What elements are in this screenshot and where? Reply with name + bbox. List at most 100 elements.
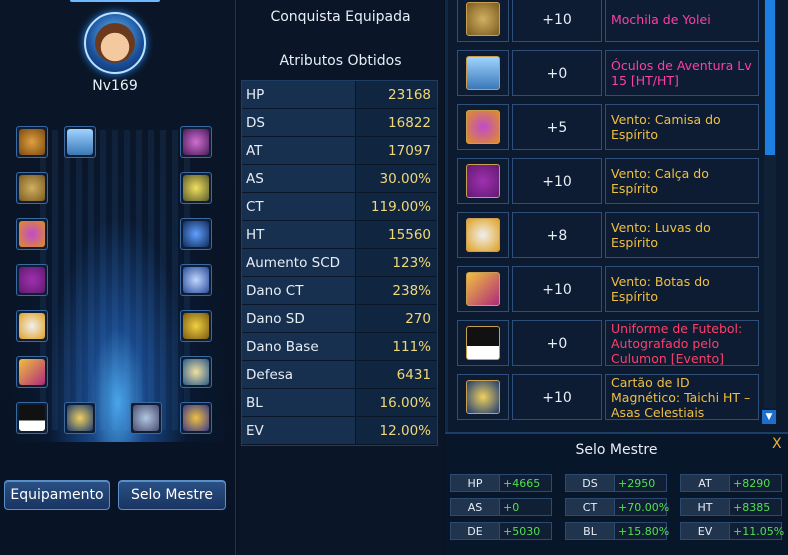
attribute-row: HT 15560 [242, 221, 437, 249]
attribute-row: BL 16.00% [242, 389, 437, 417]
attribute-value: 17097 [355, 137, 437, 164]
attribute-value: 15560 [355, 221, 437, 248]
seal-stat-value: +11.05% [730, 522, 784, 540]
slot-chip[interactable] [180, 356, 212, 388]
slot-boots[interactable] [16, 356, 48, 388]
attribute-row: Dano Base 111% [242, 333, 437, 361]
slot-backpack[interactable] [16, 172, 48, 204]
seal-stat-name: AT [680, 474, 730, 492]
item-name: Vento: Botas do Espírito [605, 266, 759, 312]
gloves-icon [466, 218, 500, 252]
attribute-name: HT [242, 221, 355, 248]
seal-stat-name: CT [565, 498, 615, 516]
slot-gloves[interactable] [16, 310, 48, 342]
seal-stat: HP +4665 [450, 474, 552, 492]
master-seal-panel: Selo Mestre X HP +4665 DS +2950 AT +8290 AS +0 C… [445, 432, 788, 555]
item-icon-slot[interactable] [457, 266, 509, 312]
seal-stat: DS +2950 [565, 474, 667, 492]
attribute-row: CT 119.00% [242, 193, 437, 221]
attribute-value: 111% [355, 333, 437, 360]
attribute-name: BL [242, 389, 355, 416]
list-item[interactable]: +8 Vento: Luvas do Espírito [457, 212, 759, 258]
item-enhance-level: +10 [512, 0, 602, 42]
avatar [95, 23, 135, 63]
attribute-value: 30.00% [355, 165, 437, 192]
slot-bracelet[interactable] [180, 310, 212, 342]
item-icon-slot[interactable] [457, 158, 509, 204]
seal-icon [183, 405, 209, 431]
necklace-icon [183, 175, 209, 201]
bracelet-icon [183, 313, 209, 339]
slot-seal[interactable] [180, 402, 212, 434]
list-item[interactable]: +0 Uniforme de Futebol: Autografado pelo … [457, 320, 759, 366]
item-icon-slot[interactable] [457, 374, 509, 420]
slot-necklace[interactable] [180, 172, 212, 204]
attribute-value: 16.00% [355, 389, 437, 416]
equipment-button[interactable]: Equipamento [4, 480, 110, 510]
seal-stat-value: +15.80% [615, 522, 669, 540]
attributes-table: HP 23168 DS 16822 AT 17097 AS 30.00% CT 119.00% HT… [241, 80, 438, 446]
list-item[interactable]: +5 Vento: Camisa do Espírito [457, 104, 759, 150]
attributes-heading: Atributos Obtidos [279, 53, 402, 69]
list-item[interactable]: +10 Cartão de ID Magnético: Taichi HT – A… [457, 374, 759, 420]
ring-icon [183, 129, 209, 155]
seal-stat-name: HP [450, 474, 500, 492]
attribute-name: Aumento SCD [242, 249, 355, 276]
slot-ring-1[interactable] [180, 126, 212, 158]
item-icon-slot[interactable] [457, 0, 509, 42]
slot-id-card[interactable] [64, 402, 96, 434]
attribute-name: HP [242, 81, 355, 108]
close-icon[interactable]: X [772, 436, 782, 452]
seal-stat-name: EV [680, 522, 730, 540]
uniform-icon [19, 405, 45, 431]
orb-icon [183, 267, 209, 293]
item-icon-slot[interactable] [457, 104, 509, 150]
goggles-icon [67, 129, 93, 155]
seal-stat: AT +8290 [680, 474, 782, 492]
seal-stat: EV +11.05% [680, 522, 784, 540]
pants-icon [466, 164, 500, 198]
slot-earring[interactable] [180, 264, 212, 296]
digivice-icon [183, 221, 209, 247]
equipped-items-list: +10 Mochila de Yolei +0 Óculos de Aventura … [445, 0, 788, 432]
master-seal-button[interactable]: Selo Mestre [118, 480, 226, 510]
attribute-name: EV [242, 417, 355, 444]
item-name: Mochila de Yolei [605, 0, 759, 42]
backpack-icon [466, 2, 500, 36]
list-item[interactable]: +10 Mochila de Yolei [457, 0, 759, 42]
attribute-value: 119.00% [355, 193, 437, 220]
scrollbar[interactable] [764, 0, 776, 408]
slot-shirt[interactable] [16, 218, 48, 250]
slot-digivice[interactable] [180, 218, 212, 250]
slot-head[interactable] [16, 126, 48, 158]
list-item[interactable]: +0 Óculos de Aventura Lv 15 [HT/HT] [457, 50, 759, 96]
scroll-thumb[interactable] [765, 0, 775, 155]
shirt-icon [466, 110, 500, 144]
item-icon-slot[interactable] [457, 320, 509, 366]
item-icon-slot[interactable] [457, 50, 509, 96]
item-name: Vento: Camisa do Espírito [605, 104, 759, 150]
seal-stat: BL +15.80% [565, 522, 669, 540]
attribute-row: HP 23168 [242, 81, 437, 109]
slot-uniform[interactable] [16, 402, 48, 434]
character-portrait[interactable] [84, 12, 146, 74]
slot-medal[interactable] [130, 402, 162, 434]
slot-glasses[interactable] [64, 126, 96, 158]
attribute-value: 238% [355, 277, 437, 304]
equipment-rays [40, 130, 190, 430]
slot-pants[interactable] [16, 264, 48, 296]
item-name: Óculos de Aventura Lv 15 [HT/HT] [605, 50, 759, 96]
seal-stat-value: +8290 [730, 474, 782, 492]
seal-stat-name: HT [680, 498, 730, 516]
uniform-icon [466, 326, 500, 360]
seal-stat-value: +8385 [730, 498, 782, 516]
item-icon-slot[interactable] [457, 212, 509, 258]
item-name: Vento: Luvas do Espírito [605, 212, 759, 258]
item-enhance-level: +10 [512, 374, 602, 420]
list-item[interactable]: +10 Vento: Calça do Espírito [457, 158, 759, 204]
character-level: Nv169 [92, 78, 138, 94]
attribute-value: 23168 [355, 81, 437, 108]
seal-stat-name: AS [450, 498, 500, 516]
scroll-down-button[interactable]: ▼ [762, 410, 776, 424]
list-item[interactable]: +10 Vento: Botas do Espírito [457, 266, 759, 312]
